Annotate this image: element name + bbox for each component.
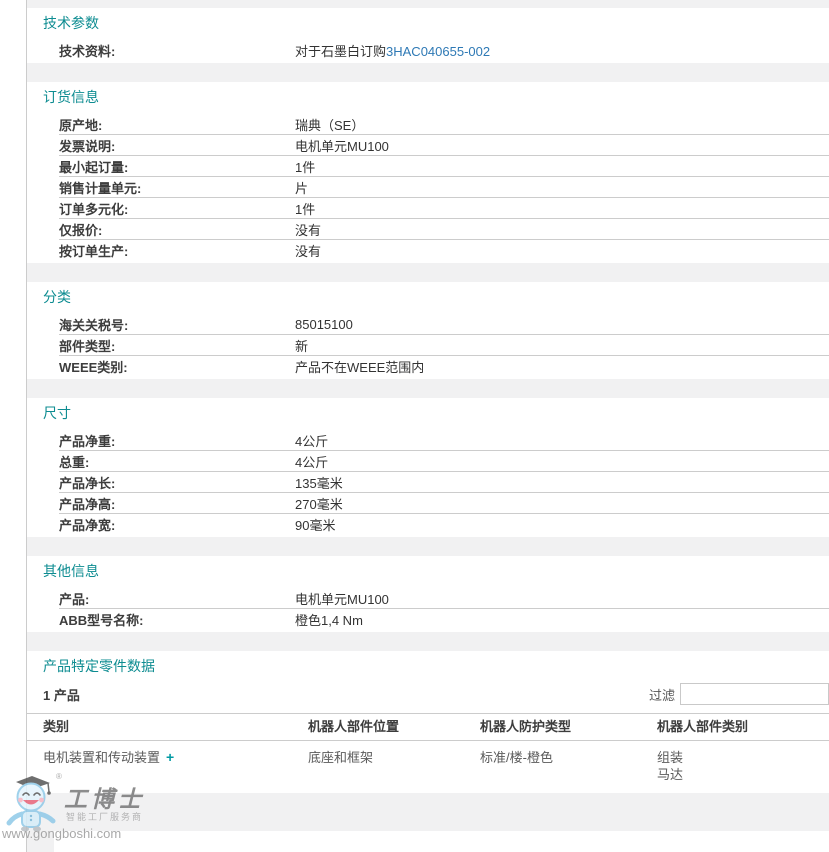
kv-label: 产品净宽:	[59, 515, 295, 534]
kv-label: 发票说明:	[59, 136, 295, 155]
parts-toolbar: 1 产品 过滤	[27, 683, 829, 713]
kv-value: 1件	[295, 199, 315, 218]
section-dimensions: 尺寸 产品净重: 4公斤 总重: 4公斤 产品净长: 135毫米 产品净高: 2…	[27, 398, 829, 537]
section-title: 技术参数	[27, 8, 829, 40]
row-part-type: 部件类型: 新	[59, 335, 829, 356]
kv-label: 订单多元化:	[59, 199, 295, 218]
kv-label: 销售计量单元:	[59, 178, 295, 197]
col-header-robot-part-class: 机器人部件类别	[657, 714, 829, 741]
row-product-net-height: 产品净高: 270毫米	[59, 493, 829, 514]
filter-label: 过滤	[649, 685, 675, 704]
kv-value: 电机单元MU100	[295, 589, 389, 608]
kv-label: 部件类型:	[59, 336, 295, 355]
kv-value: 片	[295, 178, 308, 197]
row-product-net-width: 产品净宽: 90毫米	[59, 514, 829, 535]
cell-category: 电机装置和传动装置+	[27, 741, 308, 786]
kv-label: 产品:	[59, 589, 295, 608]
parts-table: 类别 机器人部件位置 机器人防护类型 机器人部件类别 电机装置和传动装置+ 底座…	[27, 713, 829, 785]
kv-value: 85015100	[295, 317, 353, 332]
filter-group: 过滤	[649, 683, 829, 705]
cell-protection: 标准/楼-橙色	[480, 741, 657, 786]
kv-value: 产品不在WEEE范围内	[295, 357, 424, 376]
kv-label: 产品净长:	[59, 473, 295, 492]
section-title: 其他信息	[27, 556, 829, 588]
kv-label: 产品净重:	[59, 431, 295, 450]
row-invoice-description: 发票说明: 电机单元MU100	[59, 135, 829, 156]
kv-value: 270毫米	[295, 494, 343, 513]
product-detail-content: 技术参数 技术资料: 对于石墨白订购3HAC040655-002 订货信息 原产…	[27, 0, 829, 852]
section-title: 分类	[27, 282, 829, 314]
kv-value: 电机单元MU100	[295, 136, 389, 155]
kv-value: 135毫米	[295, 473, 343, 492]
kv-value: 1件	[295, 157, 315, 176]
kv-value: 90毫米	[295, 515, 335, 534]
col-header-category: 类别	[27, 714, 308, 741]
section-title: 产品特定零件数据	[27, 651, 829, 683]
row-order-multiple: 订单多元化: 1件	[59, 198, 829, 219]
kv-value: 瑞典（SE）	[295, 115, 364, 134]
row-weee-category: WEEE类别: 产品不在WEEE范围内	[59, 356, 829, 377]
row-country-of-origin: 原产地: 瑞典（SE）	[59, 114, 829, 135]
kv-label: 按订单生产:	[59, 241, 295, 260]
section-product-parts-data: 产品特定零件数据 1 产品 过滤 类别 机器人部件位置 机器人防护类型 机器人部…	[27, 651, 829, 793]
kv-value: 4公斤	[295, 452, 328, 471]
cell-part-class: 组装 马达	[657, 741, 829, 786]
kv-label: 海关关税号:	[59, 315, 295, 334]
section-other-info: 其他信息 产品: 电机单元MU100 ABB型号名称: 橙色1,4 Nm	[27, 556, 829, 632]
kv-value: 没有	[295, 220, 321, 239]
row-customs-tariff-number: 海关关税号: 85015100	[59, 314, 829, 335]
row-product-net-length: 产品净长: 135毫米	[59, 472, 829, 493]
row-made-to-order: 按订单生产: 没有	[59, 240, 829, 261]
row-technical-data: 技术资料: 对于石墨白订购3HAC040655-002	[59, 40, 829, 61]
section-ordering-info: 订货信息 原产地: 瑞典（SE） 发票说明: 电机单元MU100 最小起订量: …	[27, 82, 829, 263]
kv-value: 4公斤	[295, 431, 328, 450]
section-title: 尺寸	[27, 398, 829, 430]
kv-value: 对于石墨白订购3HAC040655-002	[295, 41, 490, 60]
row-gross-weight: 总重: 4公斤	[59, 451, 829, 472]
row-product: 产品: 电机单元MU100	[59, 588, 829, 609]
kv-label: WEEE类别:	[59, 357, 295, 376]
cell-location: 底座和框架	[308, 741, 480, 786]
col-header-robot-part-location: 机器人部件位置	[308, 714, 480, 741]
kv-label: 总重:	[59, 452, 295, 471]
row-abb-type-name: ABB型号名称: 橙色1,4 Nm	[59, 609, 829, 630]
product-count: 1 产品	[43, 685, 80, 704]
filter-input[interactable]	[680, 683, 829, 705]
row-product-net-weight: 产品净重: 4公斤	[59, 430, 829, 451]
kv-value: 橙色1,4 Nm	[295, 610, 363, 629]
section-technical-parameters: 技术参数 技术资料: 对于石墨白订购3HAC040655-002	[27, 8, 829, 63]
kv-label: 产品净高:	[59, 494, 295, 513]
kv-label: 技术资料:	[59, 41, 295, 60]
row-sales-unit: 销售计量单元: 片	[59, 177, 829, 198]
kv-label: ABB型号名称:	[59, 610, 295, 629]
kv-label: 仅报价:	[59, 220, 295, 239]
kv-label: 最小起订量:	[59, 157, 295, 176]
section-title: 订货信息	[27, 82, 829, 114]
kv-value: 新	[295, 336, 308, 355]
next-section-edge	[54, 831, 829, 852]
expand-plus-icon[interactable]: +	[166, 749, 174, 765]
table-row: 电机装置和传动装置+ 底座和框架 标准/楼-橙色 组装 马达	[27, 741, 829, 786]
section-classification: 分类 海关关税号: 85015100 部件类型: 新 WEEE类别: 产品不在W…	[27, 282, 829, 379]
row-quote-only: 仅报价: 没有	[59, 219, 829, 240]
parts-table-header-row: 类别 机器人部件位置 机器人防护类型 机器人部件类别	[27, 714, 829, 741]
graphite-white-order-link[interactable]: 3HAC040655-002	[386, 44, 490, 59]
col-header-robot-protection-type: 机器人防护类型	[480, 714, 657, 741]
row-minimum-order-qty: 最小起订量: 1件	[59, 156, 829, 177]
kv-label: 原产地:	[59, 115, 295, 134]
kv-value: 没有	[295, 241, 321, 260]
